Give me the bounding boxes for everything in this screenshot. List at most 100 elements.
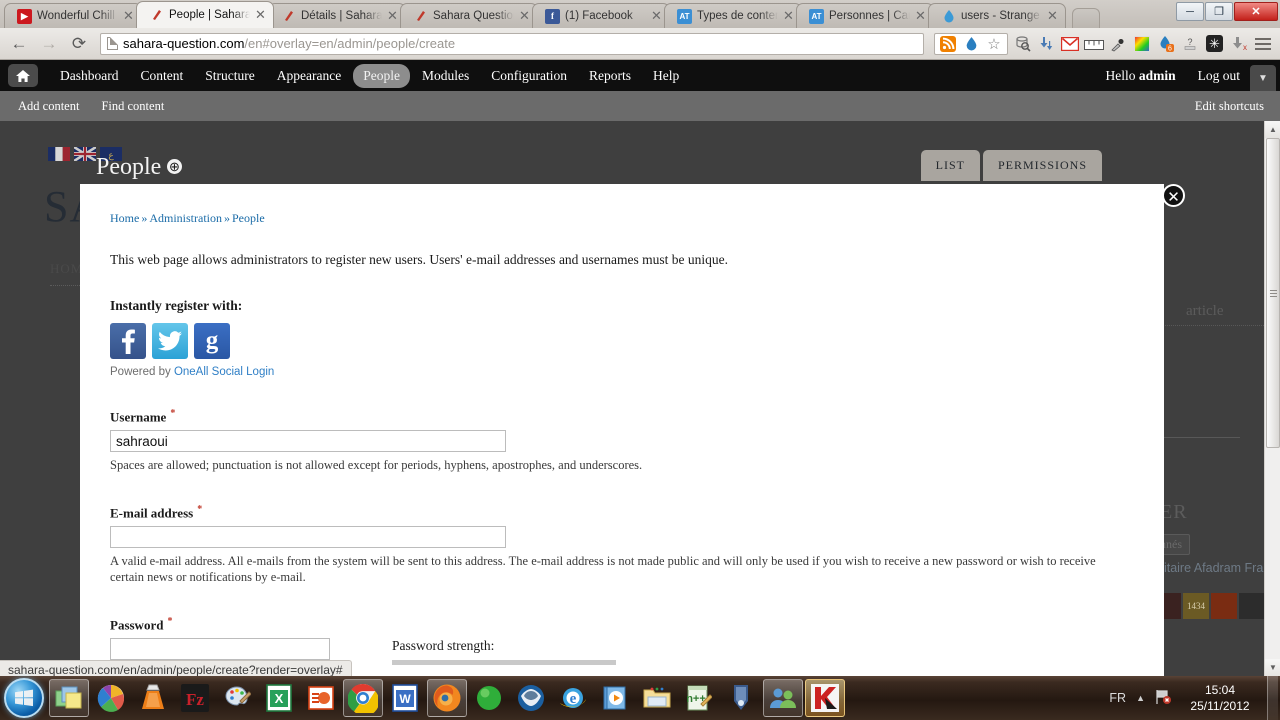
tab-close-icon[interactable]: ✕	[915, 9, 927, 22]
chevron-down-icon[interactable]: ▼	[1250, 65, 1276, 91]
menu-item-configuration[interactable]: Configuration	[481, 64, 577, 88]
tab-close-icon[interactable]: ✕	[1047, 9, 1059, 22]
tab-close-icon[interactable]: ✕	[123, 9, 135, 22]
flag-fr-icon[interactable]	[48, 147, 70, 161]
browser-tab[interactable]: AT Personnes | Car ✕	[796, 3, 934, 28]
browser-tab[interactable]: Détails | Sahara ✕	[268, 3, 406, 28]
close-circle-icon[interactable]: ✕	[1162, 184, 1185, 207]
folder-icon[interactable]	[637, 679, 677, 717]
language-indicator[interactable]: FR	[1109, 691, 1126, 705]
thunderbird-icon[interactable]	[511, 679, 551, 717]
chrome-icon[interactable]	[343, 679, 383, 717]
reload-button[interactable]: ⟳	[66, 31, 92, 57]
word-icon[interactable]: W	[385, 679, 425, 717]
browser-tab[interactable]: AT Types de contenu ✕	[664, 3, 802, 28]
minimize-button[interactable]: ─	[1176, 2, 1204, 21]
color-picker-icon[interactable]	[1132, 34, 1152, 54]
scroll-down-arrow[interactable]: ▼	[1265, 659, 1280, 676]
edit-shortcuts-link[interactable]: Edit shortcuts	[1195, 99, 1264, 114]
back-button[interactable]: ←	[6, 31, 32, 57]
hamburger-menu-icon[interactable]	[1252, 33, 1274, 55]
clock[interactable]: 15:04 25/11/2012	[1183, 682, 1257, 714]
green-orb-icon[interactable]	[469, 679, 509, 717]
menu-item-help[interactable]: Help	[643, 64, 689, 88]
firefox-icon[interactable]	[427, 679, 467, 717]
download-cancel-icon[interactable]: x	[1228, 34, 1248, 54]
menu-item-content[interactable]: Content	[130, 64, 193, 88]
rss-icon[interactable]	[938, 34, 958, 54]
eyedropper-icon[interactable]	[1108, 34, 1128, 54]
drupal-dev-icon[interactable]: 6	[1156, 34, 1176, 54]
breadcrumb-administration[interactable]: Administration	[149, 211, 222, 225]
oneall-link[interactable]: OneAll Social Login	[174, 366, 274, 378]
home-icon[interactable]	[8, 64, 38, 87]
scroll-up-arrow[interactable]: ▲	[1265, 121, 1280, 138]
paint-icon[interactable]	[217, 679, 257, 717]
menu-item-appearance[interactable]: Appearance	[267, 64, 351, 88]
database-search-icon[interactable]	[1012, 34, 1032, 54]
facebook-login-button[interactable]	[110, 323, 146, 359]
menu-item-structure[interactable]: Structure	[195, 64, 265, 88]
show-desktop-button[interactable]	[1267, 676, 1278, 720]
picasa-icon[interactable]	[91, 679, 131, 717]
plus-circle-icon[interactable]: ⊕	[167, 159, 182, 174]
bookmark-star-icon[interactable]: ☆	[984, 34, 1004, 54]
kaspersky-icon[interactable]	[805, 679, 845, 717]
breadcrumb-home[interactable]: Home	[110, 211, 139, 225]
browser-window: ▶ Wonderful Chill ✕ People | Sahara ✕ Dé…	[0, 0, 1280, 678]
menu-item-dashboard[interactable]: Dashboard	[50, 64, 128, 88]
menu-item-people[interactable]: People	[353, 63, 410, 88]
close-window-button[interactable]: ✕	[1234, 2, 1278, 21]
shortcut-add-content[interactable]: Add content	[18, 99, 79, 114]
shortcut-find-content[interactable]: Find content	[101, 99, 164, 114]
email-input[interactable]	[110, 526, 506, 549]
tab-close-icon[interactable]: ✕	[651, 9, 663, 22]
windows-start-orb[interactable]	[4, 678, 44, 718]
tab-permissions[interactable]: PERMISSIONS	[982, 150, 1102, 181]
maximize-button[interactable]: ❐	[1205, 2, 1233, 21]
asterisk-icon[interactable]: ✳	[1204, 34, 1224, 54]
browser-tab[interactable]: f (1) Facebook ✕	[532, 3, 670, 28]
password-input[interactable]	[110, 637, 330, 660]
vlc-icon[interactable]	[133, 679, 173, 717]
browser-tab[interactable]: users - Strange ✕	[928, 3, 1066, 28]
tab-close-icon[interactable]: ✕	[255, 8, 267, 21]
new-tab-button[interactable]	[1072, 8, 1100, 28]
address-bar[interactable]: sahara-question.com/en#overlay=en/admin/…	[100, 32, 924, 55]
drupal-drop-icon[interactable]	[961, 34, 981, 54]
sticky-notes-icon[interactable]	[49, 679, 89, 717]
gmail-icon[interactable]	[1060, 34, 1080, 54]
flag-uk-icon[interactable]	[73, 145, 97, 163]
forward-button[interactable]: →	[36, 31, 62, 57]
breadcrumb-people[interactable]: People	[232, 211, 265, 225]
tab-close-icon[interactable]: ✕	[387, 9, 399, 22]
tab-close-icon[interactable]: ✕	[783, 9, 795, 22]
tab-close-icon[interactable]: ✕	[519, 9, 531, 22]
filezilla-icon[interactable]: Fz	[175, 679, 215, 717]
menu-item-modules[interactable]: Modules	[412, 64, 479, 88]
powerpoint-icon[interactable]	[301, 679, 341, 717]
ruler-icon[interactable]	[1084, 34, 1104, 54]
excel-icon[interactable]: X	[259, 679, 299, 717]
media-player-icon[interactable]	[595, 679, 635, 717]
notepadpp-icon[interactable]: n++	[679, 679, 719, 717]
page-scrollbar[interactable]: ▲ ▼	[1264, 121, 1280, 676]
twitter-login-button[interactable]	[152, 323, 188, 359]
menu-item-reports[interactable]: Reports	[579, 64, 641, 88]
pdf-icon[interactable]	[721, 679, 761, 717]
download-arrows-icon[interactable]	[1036, 34, 1056, 54]
users-icon[interactable]	[763, 679, 803, 717]
logout-link[interactable]: Log out	[1198, 68, 1240, 84]
username-input[interactable]	[110, 430, 506, 453]
browser-tab-active[interactable]: People | Sahara ✕	[136, 1, 274, 28]
browser-tab[interactable]: ▶ Wonderful Chill ✕	[4, 3, 142, 28]
url-text: sahara-question.com/en#overlay=en/admin/…	[123, 36, 455, 51]
chevron-up-icon[interactable]: ▲	[1136, 693, 1145, 703]
google-login-button[interactable]: g	[194, 323, 230, 359]
network-error-icon[interactable]	[1155, 689, 1173, 708]
tab-list[interactable]: LIST	[920, 150, 980, 181]
question-help-icon[interactable]: ?	[1180, 34, 1200, 54]
internet-explorer-icon[interactable]: e	[553, 679, 593, 717]
browser-tab[interactable]: Sahara Question ✕	[400, 3, 538, 28]
scrollbar-thumb[interactable]	[1266, 138, 1280, 448]
